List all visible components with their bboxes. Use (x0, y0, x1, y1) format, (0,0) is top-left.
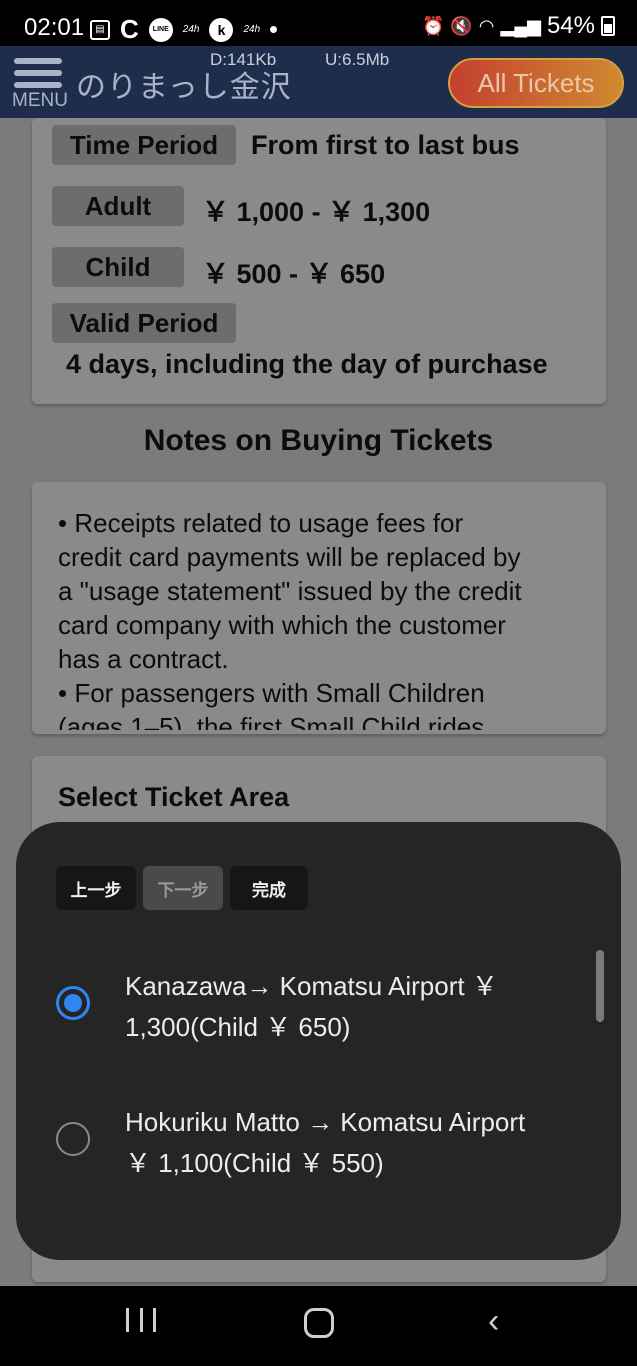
line-app-icon: LINE (148, 17, 173, 42)
notes-line: card company with which the customer (58, 610, 506, 640)
option-label: Kanazawa→ Komatsu Airport ￥ 1,300(Child … (125, 966, 585, 1048)
option-label: Hokuriku Matto → Komatsu Airport ￥ 1,100… (125, 1102, 585, 1184)
notes-line: has a contract. (58, 644, 229, 674)
battery-icon (601, 16, 615, 36)
upload-stat: U:6.5Mb (325, 50, 390, 69)
24h-icon-secondary: 24h (243, 24, 261, 35)
battery-percent: 54% (546, 12, 595, 39)
status-bar: 02:01 ▤ C LINE 24h k 24h ⏰ 🔇 ◠ ▂▄▆ 54% (0, 0, 637, 46)
notification-icons: ▤ C LINE 24h k 24h (90, 14, 278, 45)
c-app-icon: C (120, 14, 139, 44)
alarm-icon: ⏰ (421, 15, 445, 36)
select-area-title: Select Ticket Area (58, 782, 290, 812)
option-line: Hokuriku Matto → Komatsu Airport (125, 1107, 526, 1137)
mute-icon: 🔇 (450, 15, 473, 36)
adult-fare-value: ￥ 1,000 - ￥ 1,300 (202, 197, 431, 227)
valid-period-value: 4 days, including the day of purchase (66, 349, 548, 379)
previous-button[interactable]: 上一步 (56, 866, 136, 910)
option-line: 1,300(Child ￥ 650) (125, 1012, 351, 1042)
k-app-icon: k (209, 17, 234, 42)
child-label: Child (52, 247, 184, 287)
wifi-icon: ◠ (478, 15, 495, 36)
notes-heading: Notes on Buying Tickets (143, 424, 494, 457)
option-line: ￥ 1,100(Child ￥ 550) (125, 1148, 384, 1178)
option-line: Kanazawa→ Komatsu Airport ￥ (125, 971, 498, 1001)
valid-period-label: Valid Period (52, 303, 236, 343)
app-header: MENU のりまっし金沢 D:141Kb U:6.5Mb All Tickets (0, 46, 637, 118)
mail-box-icon: ▤ (90, 19, 110, 40)
menu-button[interactable]: MENU (12, 56, 76, 112)
notes-line: • For passengers with Small Children (58, 678, 485, 708)
done-button[interactable]: 完成 (230, 866, 308, 910)
ticket-area-picker: 上一步 下一步 完成 Kanazawa→ Komatsu Airport ￥ 1… (16, 822, 621, 1260)
back-icon[interactable]: ‹ (488, 1304, 499, 1338)
hamburger-icon-bar (14, 82, 62, 88)
notes-line: (ages 1–5), the first Small Child rides (58, 712, 485, 730)
system-indicators: ⏰ 🔇 ◠ ▂▄▆ 54% (422, 12, 615, 40)
notification-dot-icon (270, 26, 278, 33)
time-period-value: From first to last bus (251, 130, 520, 160)
notes-line: • Receipts related to usage fees for (58, 508, 464, 538)
notes-text: • Receipts related to usage fees for cre… (58, 506, 588, 730)
hamburger-icon-bar (14, 70, 62, 76)
menu-label: MENU (12, 90, 68, 111)
next-button[interactable]: 下一步 (143, 866, 223, 910)
area-option-kanazawa[interactable]: Kanazawa→ Komatsu Airport ￥ 1,300(Child … (16, 964, 621, 1060)
home-icon[interactable] (304, 1308, 334, 1338)
child-fare-value: ￥ 500 - ￥ 650 (202, 259, 386, 289)
adult-label: Adult (52, 186, 184, 226)
ticket-info-card: Time Period From first to last bus Adult… (32, 118, 606, 404)
signal-icon: ▂▄▆ (500, 15, 541, 36)
radio-selected-icon[interactable] (56, 986, 90, 1020)
radio-unselected-icon[interactable] (56, 1122, 90, 1156)
system-nav-bar: ‹ (0, 1286, 637, 1366)
notes-card[interactable]: • Receipts related to usage fees for cre… (32, 482, 606, 734)
hamburger-icon (14, 58, 62, 64)
24h-icon: 24h (182, 24, 200, 35)
notes-line: a "usage statement" issued by the credit (58, 576, 522, 606)
status-time: 02:01 (24, 14, 85, 41)
notes-line: credit card payments will be replaced by (58, 542, 521, 572)
download-stat: D:141Kb (210, 50, 277, 69)
recents-icon[interactable] (126, 1308, 156, 1336)
picker-scrollbar[interactable] (596, 950, 604, 1022)
all-tickets-button[interactable]: All Tickets (448, 58, 624, 108)
time-period-label: Time Period (52, 125, 236, 165)
area-option-hokuriku-matto[interactable]: Hokuriku Matto → Komatsu Airport ￥ 1,100… (16, 1100, 621, 1196)
